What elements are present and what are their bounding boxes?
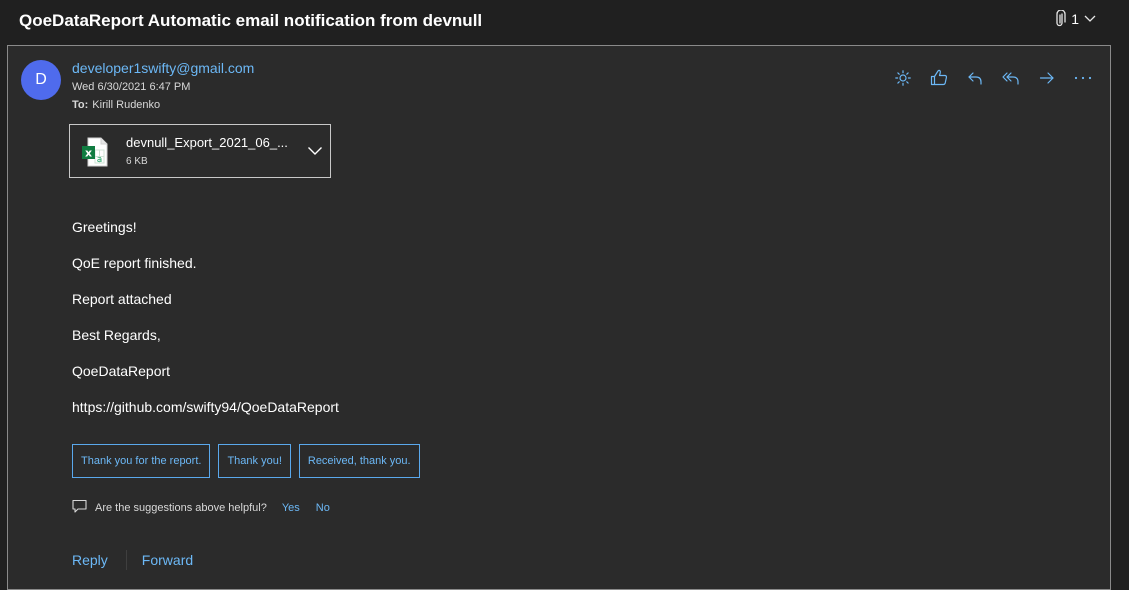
body-line: Greetings! [72, 219, 137, 235]
recipient-name[interactable]: Kirill Rudenko [92, 99, 160, 111]
paperclip-icon [1053, 10, 1067, 28]
sender-address[interactable]: developer1swifty@gmail.com [72, 60, 254, 76]
more-icon[interactable] [1073, 68, 1092, 87]
feedback-yes-link[interactable]: Yes [282, 502, 300, 514]
suggested-reply-button[interactable]: Thank you for the report. [72, 444, 211, 478]
like-icon[interactable] [929, 68, 948, 87]
to-label: To: [72, 99, 89, 111]
reply-all-icon[interactable] [1001, 68, 1020, 87]
attachment-count: 1 [1071, 11, 1079, 27]
forward-icon[interactable] [1037, 68, 1056, 87]
message-panel: D developer1swifty@gmail.com Wed 6/30/20… [7, 45, 1111, 590]
chevron-down-icon[interactable] [307, 143, 323, 161]
avatar[interactable]: D [21, 60, 61, 100]
body-line: QoE report finished. [72, 255, 197, 271]
suggestions-feedback: Are the suggestions above helpful? Yes N… [72, 499, 330, 516]
chevron-down-icon [1083, 14, 1097, 24]
reply-button[interactable]: Reply [72, 552, 108, 568]
suggested-reply-button[interactable]: Thank you! [218, 444, 291, 478]
forward-button[interactable]: Forward [142, 552, 193, 568]
body-line: Best Regards, [72, 327, 161, 343]
divider [125, 550, 127, 570]
suggested-replies: Thank you for the report. Thank you! Rec… [72, 444, 420, 478]
body-line: Report attached [72, 291, 172, 307]
excel-file-icon: a x [81, 137, 109, 172]
recipient-line: To: Kirill Rudenko [72, 99, 160, 111]
reading-pane-header: QoeDataReport Automatic email notificati… [0, 0, 1129, 44]
reply-forward-bar: Reply Forward [72, 550, 193, 570]
comment-icon [72, 499, 87, 516]
sun-icon[interactable] [893, 68, 912, 87]
message-body: Greetings! QoE report finished. Report a… [72, 218, 339, 434]
body-line: QoeDataReport [72, 363, 171, 379]
attachment-count-toggle[interactable]: 1 [1053, 10, 1097, 28]
sent-date: Wed 6/30/2021 6:47 PM [72, 81, 191, 93]
attachment-card[interactable]: a x devnull_Export_2021_06_... 6 KB [69, 124, 331, 178]
feedback-no-link[interactable]: No [316, 502, 330, 514]
attachment-size: 6 KB [126, 156, 148, 167]
reply-icon[interactable] [965, 68, 984, 87]
svg-text:a: a [97, 155, 103, 165]
feedback-question: Are the suggestions above helpful? [95, 501, 267, 514]
message-actions [893, 68, 1092, 87]
body-link: https://github.com/swifty94/QoeDataRepor… [72, 399, 339, 415]
attachment-name: devnull_Export_2021_06_... [126, 135, 288, 150]
suggested-reply-button[interactable]: Received, thank you. [298, 444, 420, 478]
email-subject: QoeDataReport Automatic email notificati… [19, 11, 483, 30]
svg-text:x: x [85, 147, 92, 160]
